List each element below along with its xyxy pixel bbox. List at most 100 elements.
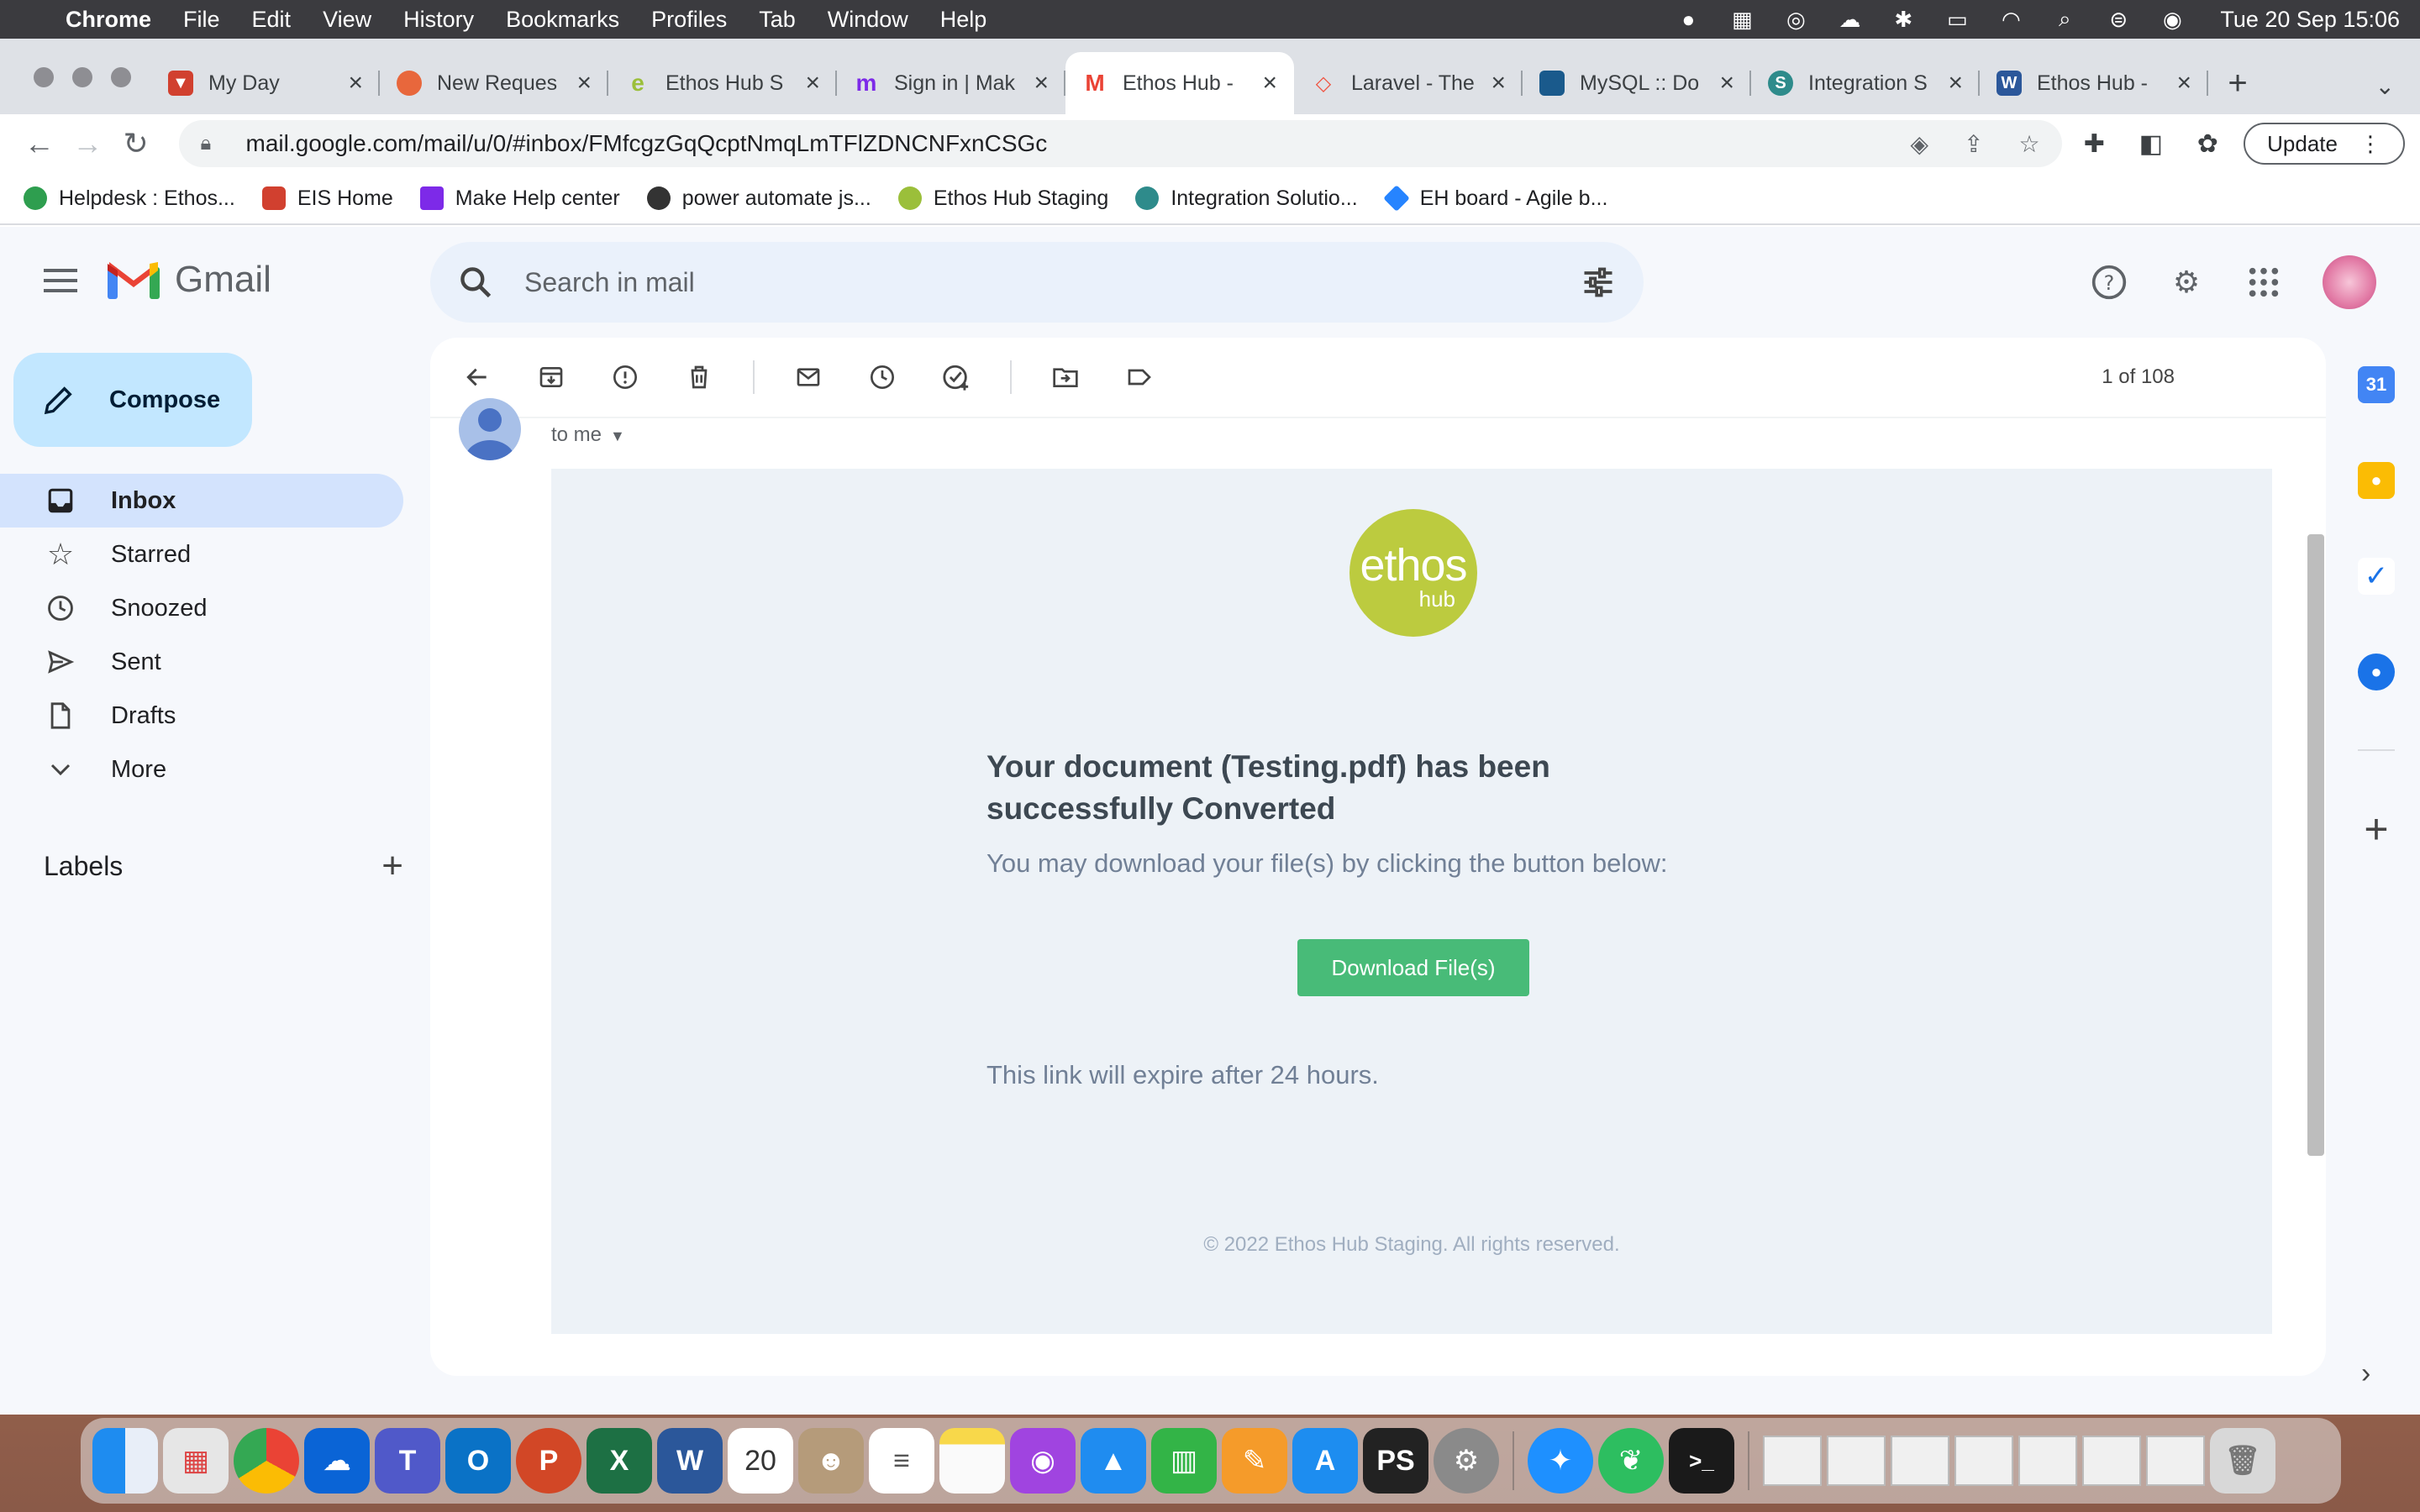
message-scrollbar[interactable] <box>2307 534 2324 1156</box>
reminders-icon[interactable]: ≡ <box>869 1428 934 1494</box>
forward-button[interactable]: → <box>64 119 113 168</box>
battery-icon[interactable]: ▭ <box>1943 7 1971 32</box>
profile-avatar[interactable]: ✿ <box>2184 129 2233 159</box>
contacts-app-icon[interactable]: ☻ <box>798 1428 864 1494</box>
sidebar-item-more[interactable]: More <box>0 743 403 796</box>
terminal-icon[interactable]: >_ <box>1669 1428 1734 1494</box>
onedrive-icon[interactable]: ☁ <box>304 1428 370 1494</box>
apps-grid-icon[interactable] <box>2245 264 2282 301</box>
powerpoint-icon[interactable]: P <box>516 1428 581 1494</box>
trash-icon[interactable]: 🗑︎ <box>2210 1428 2275 1494</box>
evernote-status-icon[interactable]: ● <box>1674 7 1702 32</box>
extensions-puzzle-icon[interactable]: ✚ <box>2070 129 2119 159</box>
minimized-window-thumbnail[interactable] <box>2018 1436 2077 1486</box>
search-bar[interactable]: Search in mail <box>430 242 1644 323</box>
google-lens-icon[interactable]: ◈ <box>1911 130 1929 158</box>
hide-side-panel-chevron-icon[interactable]: › <box>2361 1357 2370 1390</box>
bookmark-helpdesk[interactable]: Helpdesk : Ethos... <box>24 186 235 211</box>
tab-laravel[interactable]: ◇ Laravel - The × <box>1294 52 1523 114</box>
menu-profiles[interactable]: Profiles <box>651 7 727 33</box>
contacts-icon[interactable]: ● <box>2358 654 2395 690</box>
close-window-button[interactable] <box>34 67 54 87</box>
minimized-window-thumbnail[interactable] <box>2146 1436 2205 1486</box>
bookmark-power-automate[interactable]: power automate js... <box>646 186 871 211</box>
move-to-folder-icon[interactable] <box>1045 357 1086 397</box>
create-label-plus-icon[interactable]: + <box>381 845 403 887</box>
tab-close-icon[interactable]: × <box>805 69 820 97</box>
share-icon[interactable]: ⇪ <box>1964 130 1983 158</box>
address-url[interactable]: mail.google.com/mail/u/0/#inbox/FMfcgzGq… <box>246 130 1876 157</box>
back-button[interactable]: ← <box>15 119 64 168</box>
minimized-window-thumbnail[interactable] <box>1827 1436 1886 1486</box>
menu-window[interactable]: Window <box>828 7 908 33</box>
tab-mysql-docs[interactable]: MySQL :: Do × <box>1523 52 1751 114</box>
tab-close-icon[interactable]: × <box>1491 69 1506 97</box>
get-addons-plus-icon[interactable]: + <box>2344 805 2408 853</box>
search-options-icon[interactable] <box>1580 264 1617 301</box>
tab-close-icon[interactable]: × <box>576 69 592 97</box>
bookmark-eis-home[interactable]: EIS Home <box>261 186 393 211</box>
caret-down-icon[interactable]: ▼ <box>610 428 625 444</box>
system-preferences-icon[interactable]: ⚙ <box>1434 1428 1499 1494</box>
help-icon[interactable]: ? <box>2091 264 2128 301</box>
teams-icon[interactable]: T <box>375 1428 440 1494</box>
lock-icon[interactable]: 🔒︎ <box>201 132 224 155</box>
excel-icon[interactable]: X <box>587 1428 652 1494</box>
pages-icon[interactable]: ✎ <box>1222 1428 1287 1494</box>
tab-close-icon[interactable]: × <box>1719 69 1734 97</box>
minimized-window-thumbnail[interactable] <box>1891 1436 1949 1486</box>
tab-integration-solutions[interactable]: S Integration S × <box>1751 52 1980 114</box>
tab-ethos-hub-word[interactable]: W Ethos Hub - × <box>1980 52 2208 114</box>
launchpad-icon[interactable]: ▦ <box>163 1428 229 1494</box>
archive-icon[interactable] <box>531 357 571 397</box>
spotlight-search-icon[interactable]: ⌕ <box>2050 6 2079 31</box>
minimized-window-thumbnail[interactable] <box>1954 1436 2013 1486</box>
tab-close-icon[interactable]: × <box>1034 69 1049 97</box>
search-icon[interactable] <box>457 264 494 301</box>
recipient-details[interactable]: to me ▼ <box>551 423 625 447</box>
menu-clock[interactable]: Tue 20 Sep 15:06 <box>2220 7 2400 33</box>
menu-bookmarks[interactable]: Bookmarks <box>506 7 619 33</box>
back-arrow-icon[interactable] <box>457 357 497 397</box>
new-tab-button[interactable]: + <box>2208 52 2267 114</box>
delete-trash-icon[interactable] <box>679 357 719 397</box>
tab-my-day[interactable]: ▼ My Day × <box>151 52 380 114</box>
minimized-window-thumbnail[interactable] <box>1763 1436 1822 1486</box>
tab-make-sign-in[interactable]: m Sign in | Mak × <box>837 52 1065 114</box>
sidebar-item-snoozed[interactable]: Snoozed <box>0 581 403 635</box>
safari-icon[interactable]: ✦ <box>1528 1428 1593 1494</box>
cloud-icon[interactable]: ☁ <box>1835 7 1864 32</box>
report-spam-icon[interactable] <box>605 357 645 397</box>
bookmark-integration-solutions[interactable]: Integration Solutio... <box>1135 186 1358 211</box>
snooze-clock-icon[interactable] <box>862 357 902 397</box>
gmail-logo[interactable]: Gmail <box>108 259 271 301</box>
menu-view[interactable]: View <box>323 7 371 33</box>
main-menu-icon[interactable] <box>44 264 77 297</box>
menu-file[interactable]: File <box>183 7 220 33</box>
menu-tab[interactable]: Tab <box>759 7 796 33</box>
wifi-icon[interactable]: ◠ <box>1996 7 2025 32</box>
numbers-icon[interactable]: ▥ <box>1151 1428 1217 1494</box>
finder-icon[interactable] <box>92 1428 158 1494</box>
minimized-window-thumbnail[interactable] <box>2082 1436 2141 1486</box>
phpstorm-icon[interactable]: PS <box>1363 1428 1428 1494</box>
sidebar-item-starred[interactable]: ☆ Starred <box>0 528 403 581</box>
tasks-icon[interactable]: ✓ <box>2358 558 2395 595</box>
menu-app-name[interactable]: Chrome <box>66 7 151 33</box>
add-to-tasks-icon[interactable] <box>936 357 976 397</box>
keep-icon[interactable]: ● <box>2358 462 2395 499</box>
word-icon[interactable]: W <box>657 1428 723 1494</box>
address-bar[interactable]: 🔒︎ mail.google.com/mail/u/0/#inbox/FMfcg… <box>178 120 2062 167</box>
notes-icon[interactable] <box>939 1428 1005 1494</box>
account-avatar[interactable] <box>2323 255 2376 309</box>
tab-close-icon[interactable]: × <box>1948 69 1963 97</box>
calendar-icon[interactable]: 31 <box>2358 366 2395 403</box>
sidebar-item-sent[interactable]: Sent <box>0 635 403 689</box>
app-store-icon[interactable]: A <box>1292 1428 1358 1494</box>
sender-avatar[interactable] <box>459 398 521 460</box>
grid-status-icon[interactable]: ▦ <box>1728 7 1756 32</box>
podcasts-icon[interactable]: ◉ <box>1010 1428 1076 1494</box>
tab-new-request[interactable]: New Reques × <box>380 52 608 114</box>
calendar-app-icon[interactable]: 20 <box>728 1428 793 1494</box>
search-input[interactable]: Search in mail <box>524 267 1580 298</box>
